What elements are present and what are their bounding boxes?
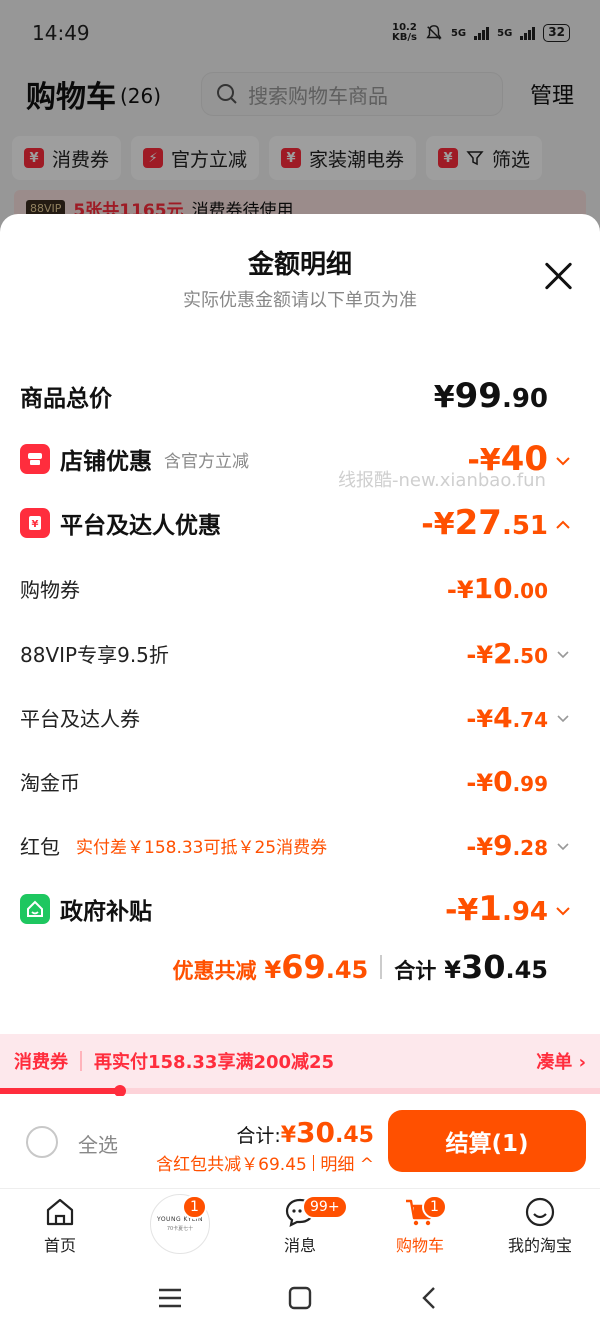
system-nav-bar [0,1264,600,1333]
promo-text: 再实付158.33享满200减25 [94,1052,335,1073]
sheet-subtitle: 实际优惠金额请以下单页为准 [183,290,417,311]
row-platform-discount[interactable]: ¥ 平台及达人优惠 -¥ 27 .51 [20,503,572,543]
shop-discount-value: -¥ 40 [467,439,572,479]
chevron-up-icon [556,520,570,529]
amount-detail-sheet: 金额明细 实际优惠金额请以下单页为准 线报酷-new.xianbao.fun 商… [0,214,600,1333]
totals-line: 优惠共减 ¥69.45 合计 ¥30.45 [173,948,549,986]
gov-subsidy-value: -¥ 1 .94 [445,889,572,929]
back-icon[interactable] [418,1286,442,1310]
detail-toggle[interactable]: 明细 ^ [320,1150,374,1175]
platform-discount-value: -¥ 27 .51 [421,503,572,543]
red-packet-note: 实付差￥158.33可抵￥25消费券 [76,838,328,858]
home-icon [46,1198,74,1226]
grand-total-value: ¥30.45 [444,948,548,986]
row-88vip-discount[interactable]: 88VIP专享9.5折 -¥ 2.50 [20,637,572,670]
smile-icon [525,1197,555,1227]
row-taojinbi: 淘金币 -¥ 0.99 [20,765,548,798]
chevron-down-icon [556,457,570,466]
tab-messages[interactable]: 消息 99+ [240,1189,360,1264]
row-shop-discount[interactable]: 店铺优惠 含官方立减 -¥ 40 [20,439,572,479]
grand-total-label: 合计 [394,959,437,983]
shop-icon [20,444,50,474]
tab-cart[interactable]: 购物车 1 [360,1189,480,1264]
discount-total-label: 优惠共减 [172,959,257,983]
discount-total-value: ¥69.45 [264,948,369,986]
menu-icon[interactable] [157,1286,183,1310]
checkout-button[interactable]: 结算(1) [388,1110,586,1172]
home-square-icon[interactable] [288,1286,312,1310]
chevron-down-icon [556,907,570,916]
chevron-down-icon [557,715,569,723]
tab-my-taobao[interactable]: 我的淘宝 [480,1189,600,1264]
row-total-price: 商品总价 ¥ 99 .90 [20,376,572,416]
chevron-down-icon [557,651,569,659]
row-gov-subsidy[interactable]: 政府补贴 -¥ 1 .94 [20,889,572,929]
house-icon [20,894,50,924]
tab-shop-ad[interactable]: YOUNG KYLIN 70卡夏七十 1 [120,1189,240,1264]
select-all-radio[interactable] [26,1126,58,1158]
tab-badge: 99+ [302,1195,348,1219]
select-all-label[interactable]: 全选 [78,1129,118,1158]
close-icon[interactable] [542,260,574,292]
tab-badge: 1 [182,1195,207,1219]
checkout-sum: 合计: ¥30.45 [236,1116,374,1149]
chevron-down-icon [557,843,569,851]
progress-fill [0,1088,120,1094]
row-shopping-coupon: 购物券 -¥ 10.00 [20,572,548,605]
row-platform-coupon[interactable]: 平台及达人券 -¥ 4.74 [20,701,572,734]
promo-tag: 消费券 [14,1052,68,1073]
consumer-coupon-promo[interactable]: 消费券 再实付158.33享满200减25 凑单 › [0,1034,600,1088]
promo-progress-bar [0,1085,600,1097]
bottom-tab-bar: 首页 YOUNG KYLIN 70卡夏七十 1 消息 99+ 购物车 1 我的淘… [0,1188,600,1264]
sheet-title: 金额明细 [247,250,352,280]
coupon-icon: ¥ [20,508,50,538]
tab-home[interactable]: 首页 [0,1189,120,1264]
checkout-subtext[interactable]: 含红包共减￥69.45 明细 ^ [156,1150,374,1175]
tab-badge: 1 [422,1195,447,1219]
checkout-bar: 全选 合计: ¥30.45 含红包共减￥69.45 明细 ^ 结算(1) [0,1096,600,1188]
overlay-dim[interactable] [0,0,600,240]
total-price-value: ¥ 99 .90 [433,376,548,416]
row-red-packet[interactable]: 红包 实付差￥158.33可抵￥25消费券 -¥ 9.28 [20,829,572,862]
svg-text:¥: ¥ [32,519,39,530]
add-items-link[interactable]: 凑单 › [536,1048,586,1074]
